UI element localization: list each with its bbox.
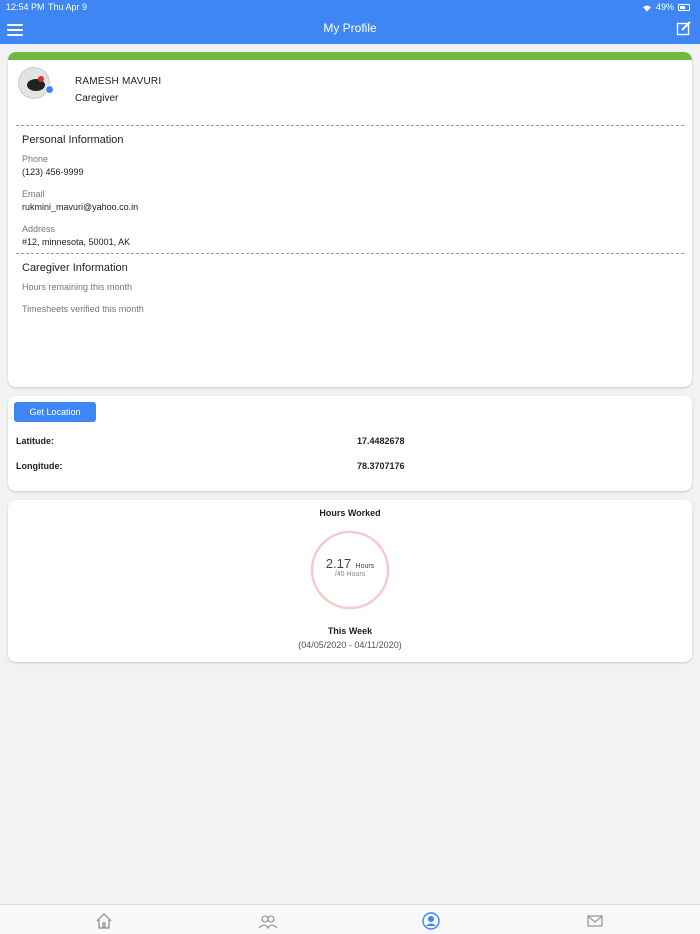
camera-icon[interactable]	[45, 85, 54, 94]
hours-card: Hours Worked 2.17 Hours /40 Hours This W…	[8, 500, 692, 662]
profile-icon[interactable]	[422, 912, 440, 930]
address-label: Address	[22, 224, 56, 234]
status-bar: 12:54 PM Thu Apr 9 49%	[0, 0, 700, 14]
week-label: This Week	[327, 626, 373, 636]
hours-remaining-label: Hours remaining this month	[22, 282, 133, 292]
get-location-button[interactable]: Get Location	[14, 402, 96, 422]
tab-bar	[0, 904, 700, 934]
hours-unit: Hours	[355, 563, 375, 570]
status-time: 12:54 PM	[6, 2, 45, 12]
hours-worked-title: Hours Worked	[319, 508, 381, 518]
edit-icon[interactable]	[676, 20, 692, 36]
wifi-icon	[642, 4, 652, 11]
email-label: Email	[22, 189, 45, 199]
mail-icon[interactable]	[586, 912, 604, 930]
email-value: rukmini_mavuri@yahoo.co.in	[22, 202, 139, 212]
battery-percent: 49%	[655, 2, 674, 12]
latitude-value: 17.4482678	[357, 436, 405, 446]
top-bar: 12:54 PM Thu Apr 9 49% My Profile	[0, 0, 700, 44]
personal-info-title: Personal Information	[22, 134, 124, 146]
hours-number: 2.17	[325, 556, 352, 571]
battery-icon	[678, 3, 690, 11]
divider	[16, 125, 684, 126]
divider	[16, 253, 684, 254]
week-range: (04/05/2020 - 04/11/2020)	[298, 640, 402, 650]
profile-name: RAMESH MAVURI	[75, 76, 162, 87]
profile-role: Caregiver	[75, 93, 119, 104]
latitude-label: Latitude:	[16, 436, 54, 446]
timesheets-verified-label: Timesheets verified this month	[22, 304, 144, 314]
address-value: #12, minnesota, 50001, AK	[22, 237, 131, 247]
hours-progress-ring: 2.17 Hours /40 Hours	[310, 518, 390, 612]
avatar[interactable]	[18, 67, 50, 99]
longitude-label: Longitude:	[16, 461, 63, 471]
status-right: 49%	[642, 2, 690, 12]
location-card: Get Location Latitude: 17.4482678 Longit…	[8, 396, 692, 491]
profile-accent-strip	[8, 52, 692, 60]
home-icon[interactable]	[95, 912, 113, 930]
status-date: Thu Apr 9	[48, 2, 88, 12]
phone-value: (123) 456-9999	[22, 167, 84, 177]
phone-label: Phone	[22, 154, 49, 164]
longitude-value: 78.3707176	[357, 461, 405, 471]
page-title: My Profile	[323, 21, 377, 35]
caregiver-info-title: Caregiver Information	[22, 262, 128, 274]
hours-total: /40 Hours	[334, 571, 366, 578]
profile-card: RAMESH MAVURI Caregiver Personal Informa…	[8, 52, 692, 387]
people-icon[interactable]	[258, 912, 278, 930]
